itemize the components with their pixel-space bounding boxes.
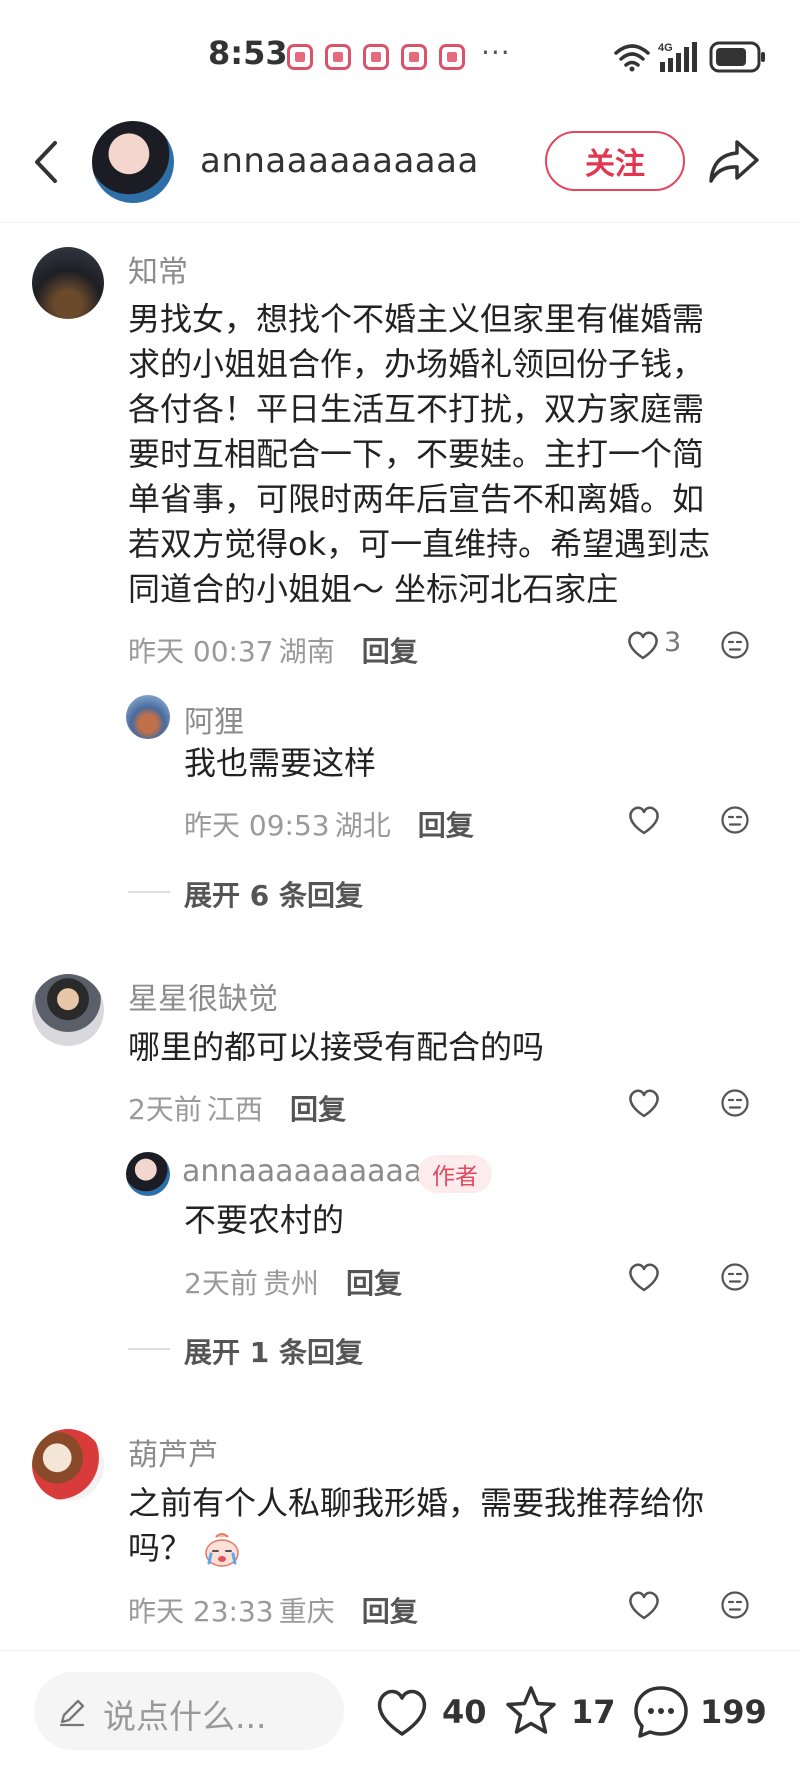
dislike-icon[interactable]	[720, 1590, 750, 1620]
notification-icon	[439, 44, 465, 70]
comment-meta: 2天前 江西 回复	[128, 1088, 346, 1128]
comment-text-line: 要时互相配合一下，不要娃。主打一个简	[128, 435, 705, 473]
expand-divider	[128, 891, 170, 893]
collect-count: 17	[571, 1693, 616, 1731]
status-time: 8:53	[208, 34, 288, 72]
like-icon[interactable]	[627, 1261, 661, 1293]
dislike-icon[interactable]	[720, 805, 750, 835]
reply-location: 贵州	[262, 1267, 319, 1300]
pencil-icon	[59, 1699, 85, 1727]
bottom-divider	[0, 1650, 800, 1651]
comment-text-line: 同道合的小姐姐～ 坐标河北石家庄	[128, 570, 619, 608]
signal-4g-icon: 4G	[658, 42, 697, 72]
like-count: 40	[442, 1693, 487, 1731]
comment-time: 昨天 23:33	[128, 1595, 274, 1628]
header-divider	[0, 222, 800, 223]
dislike-icon[interactable]	[720, 1088, 750, 1118]
reply-button[interactable]: 回复	[362, 635, 418, 668]
share-icon[interactable]	[707, 136, 761, 186]
reply-username[interactable]: 阿狸	[184, 697, 244, 741]
dislike-icon[interactable]	[720, 1262, 750, 1292]
reply-button[interactable]: 回复	[346, 1267, 402, 1300]
star-icon[interactable]	[503, 1684, 559, 1740]
dislike-icon[interactable]	[720, 630, 750, 660]
reply-meta: 昨天 09:53 湖北 回复	[184, 804, 474, 844]
author-name[interactable]: annaaaaaaaaaa	[200, 141, 479, 181]
comment-text-line: 之前有个人私聊我形婚，需要我推荐给你	[128, 1484, 705, 1522]
user-avatar[interactable]	[32, 974, 104, 1046]
comment-location: 重庆	[278, 1595, 335, 1628]
notification-icon	[401, 44, 427, 70]
notification-icon	[325, 44, 351, 70]
comment-username[interactable]: 星星很缺觉	[128, 974, 278, 1018]
expand-replies-button[interactable]: 展开 1 条回复	[184, 1331, 363, 1371]
like-count: 3	[664, 627, 682, 658]
like-icon[interactable]	[627, 1589, 661, 1621]
like-icon[interactable]	[627, 1087, 661, 1119]
comment-time: 2天前	[128, 1093, 202, 1126]
comment-text-line: 男找女，想找个不婚主义但家里有催婚需	[128, 300, 705, 338]
comment-username[interactable]: 知常	[128, 247, 188, 291]
reply-button[interactable]: 回复	[418, 809, 474, 842]
like-icon[interactable]	[627, 804, 661, 836]
reply-meta: 2天前 贵州 回复	[184, 1262, 402, 1302]
comment-location: 湖南	[278, 635, 335, 668]
reply-text: 不要农村的	[184, 1201, 345, 1239]
wifi-icon	[614, 44, 650, 72]
comment-text-line: 求的小姐姐合作，办场婚礼领回份子钱，	[128, 345, 705, 383]
back-button[interactable]	[30, 140, 64, 184]
user-avatar[interactable]	[126, 695, 170, 739]
author-avatar[interactable]	[126, 1152, 170, 1196]
comment-text: 之前有个人私聊我形婚，需要我推荐给你 吗？	[128, 1481, 704, 1571]
reply-time: 昨天 09:53	[184, 809, 330, 842]
comment-meta: 昨天 23:33 重庆 回复	[128, 1590, 418, 1630]
like-icon[interactable]	[626, 629, 660, 661]
reply-time: 2天前	[184, 1267, 258, 1300]
comment-count: 199	[700, 1693, 767, 1731]
comment-text: 哪里的都可以接受有配合的吗	[128, 1028, 545, 1066]
reply-username[interactable]: annaaaaaaaaaa	[182, 1154, 422, 1189]
comment-location: 江西	[206, 1093, 263, 1126]
reply-button[interactable]: 回复	[362, 1595, 418, 1628]
svg-text:4G: 4G	[658, 42, 673, 54]
comment-icon[interactable]	[632, 1684, 690, 1740]
notification-icon	[363, 44, 389, 70]
user-avatar[interactable]	[32, 1429, 104, 1501]
comment-text-line: 若双方觉得ok，可一直维持。希望遇到志	[128, 525, 711, 563]
comment-input-placeholder[interactable]: 说点什么...	[103, 1690, 266, 1738]
comment-text-line: 各付各！平日生活互不打扰，双方家庭需	[128, 390, 705, 428]
comment-time: 昨天 00:37	[128, 635, 274, 668]
comment-text-line: 吗？	[128, 1529, 193, 1567]
battery-icon	[709, 41, 765, 73]
comment-text: 男找女，想找个不婚主义但家里有催婚需 求的小姐姐合作，办场婚礼领回份子钱， 各付…	[128, 297, 710, 612]
author-avatar[interactable]	[92, 121, 174, 203]
comment-username[interactable]: 葫芦芦	[128, 1430, 218, 1474]
expand-replies-button[interactable]: 展开 6 条回复	[184, 874, 363, 914]
user-avatar[interactable]	[32, 247, 104, 319]
reply-location: 湖北	[334, 809, 391, 842]
expand-divider	[128, 1348, 170, 1350]
reply-button[interactable]: 回复	[290, 1093, 346, 1126]
follow-button[interactable]: 关注	[545, 131, 685, 191]
crying-emoji-icon	[205, 1532, 239, 1567]
reply-text: 我也需要这样	[184, 744, 377, 782]
comment-meta: 昨天 00:37 湖南 回复	[128, 630, 418, 670]
comment-text-line: 单省事，可限时两年后宣告不和离婚。如	[128, 480, 705, 518]
like-icon[interactable]	[374, 1686, 430, 1738]
notification-icon	[287, 44, 313, 70]
more-notifications-icon: ···	[481, 36, 511, 69]
author-tag: 作者	[418, 1155, 492, 1193]
